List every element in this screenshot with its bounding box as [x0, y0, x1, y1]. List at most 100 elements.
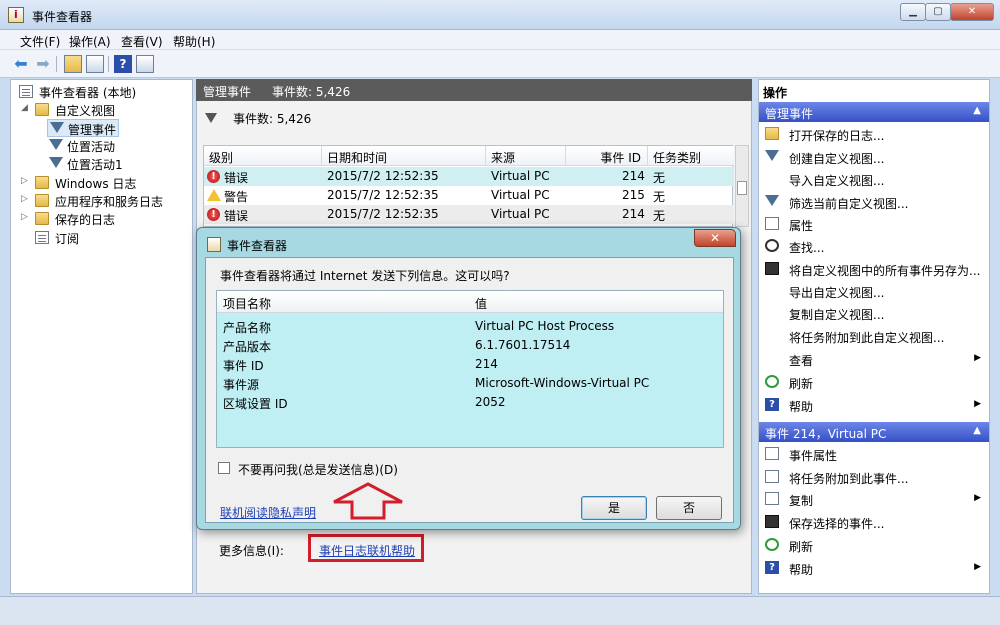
- filter-icon: [765, 195, 779, 206]
- tree-item-location-activity1[interactable]: 位置活动1: [47, 155, 187, 173]
- cell-event-id: 214: [622, 169, 645, 183]
- yes-button[interactable]: 是: [581, 496, 647, 520]
- actions-section-managed-events[interactable]: 管理事件 ▲: [759, 102, 989, 122]
- folder-icon: [35, 176, 49, 189]
- doc-icon: [765, 447, 779, 460]
- minimize-button[interactable]: ▁: [900, 3, 926, 21]
- dialog-question: 事件查看器将通过 Internet 发送下列信息。这可以吗?: [220, 269, 510, 283]
- action-properties[interactable]: 属性: [759, 213, 989, 235]
- item-value: 214: [475, 357, 498, 371]
- table-row[interactable]: ! 错误 2015/7/2 12:52:35 Virtual PC 214 无: [204, 205, 734, 224]
- action-label: 筛选当前自定义视图...: [789, 197, 909, 211]
- column-header-value[interactable]: 值: [475, 295, 487, 312]
- table-row[interactable]: 警告 2015/7/2 12:52:35 Virtual PC 215 无: [204, 186, 734, 205]
- folder-icon: [765, 127, 779, 140]
- info-list: 项目名称 值 产品名称 Virtual PC Host Process 产品版本 6…: [216, 290, 724, 448]
- menu-action[interactable]: 操作(A): [69, 33, 111, 50]
- action-label: 创建自定义视图...: [789, 152, 885, 166]
- menu-help[interactable]: 帮助(H): [173, 33, 215, 50]
- pane-event-count: 事件数: 5,426: [272, 85, 351, 99]
- column-header-event-id[interactable]: 事件 ID: [566, 146, 648, 166]
- cell-task: 无: [653, 190, 666, 204]
- action-refresh-event[interactable]: 刷新: [759, 534, 989, 556]
- cell-source: Virtual PC: [491, 169, 550, 183]
- dont-ask-again-checkbox[interactable]: [218, 462, 230, 474]
- help-icon[interactable]: ?: [114, 55, 132, 73]
- tree-item-subscriptions[interactable]: 订阅: [17, 229, 192, 247]
- up-folder-icon[interactable]: [64, 55, 82, 73]
- action-event-properties[interactable]: 事件属性: [759, 443, 989, 465]
- tree-item-label: 订阅: [55, 232, 80, 246]
- tree-item-app-service-logs[interactable]: ▷ 应用程序和服务日志: [17, 192, 192, 210]
- toolbar: ⬅ ➡ ?: [0, 50, 1000, 78]
- action-save-all-events[interactable]: 将自定义视图中的所有事件另存为...: [759, 258, 989, 280]
- action-save-selected-events[interactable]: 保存选择的事件...: [759, 511, 989, 533]
- column-header-source[interactable]: 来源: [486, 146, 566, 166]
- action-label: 帮助: [789, 400, 814, 414]
- table-row[interactable]: ! 错误 2015/7/2 12:52:35 Virtual PC 214 无: [204, 167, 734, 186]
- back-arrow-icon[interactable]: ⬅: [12, 55, 30, 73]
- expand-triangle-icon[interactable]: ▷: [21, 212, 28, 222]
- tree-item-custom-views[interactable]: ◢ 自定义视图: [17, 101, 192, 119]
- action-label: 刷新: [789, 540, 814, 554]
- tree-item-root[interactable]: 事件查看器 (本地): [17, 83, 192, 101]
- table-scrollbar[interactable]: [735, 145, 749, 227]
- dialog-title: 事件查看器: [227, 239, 288, 253]
- action-help-event[interactable]: ? 帮助 ▶: [759, 557, 989, 579]
- action-attach-task-to-event[interactable]: 将任务附加到此事件...: [759, 466, 989, 488]
- column-header-datetime[interactable]: 日期和时间: [322, 146, 486, 166]
- doc-icon: [765, 492, 779, 505]
- action-copy[interactable]: 复制 ▶: [759, 488, 989, 510]
- tree-item-windows-logs[interactable]: ▷ Windows 日志: [17, 174, 192, 192]
- action-create-custom-view[interactable]: 创建自定义视图...: [759, 146, 989, 168]
- expand-triangle-icon[interactable]: ▷: [21, 176, 28, 186]
- refresh-icon: [765, 375, 779, 388]
- action-import-custom-view[interactable]: 导入自定义视图...: [759, 168, 989, 190]
- show-hide-tree-icon[interactable]: [86, 55, 104, 73]
- action-open-saved-log[interactable]: 打开保存的日志...: [759, 123, 989, 145]
- privacy-statement-link[interactable]: 联机阅读隐私声明: [220, 504, 316, 521]
- show-action-pane-icon[interactable]: [136, 55, 154, 73]
- filter-icon: [765, 150, 779, 161]
- column-header-level[interactable]: 级别: [204, 146, 322, 166]
- action-help[interactable]: ? 帮助 ▶: [759, 394, 989, 416]
- column-header-item-name[interactable]: 项目名称: [223, 295, 271, 312]
- action-view[interactable]: 查看 ▶: [759, 348, 989, 370]
- action-attach-task-to-view[interactable]: 将任务附加到此自定义视图...: [759, 325, 989, 347]
- action-filter-current-view[interactable]: 筛选当前自定义视图...: [759, 191, 989, 213]
- no-button[interactable]: 否: [656, 496, 722, 520]
- scrollbar-thumb[interactable]: [737, 181, 747, 195]
- dialog-close-button[interactable]: ✕: [694, 229, 736, 247]
- collapse-triangle-icon[interactable]: ◢: [21, 103, 28, 113]
- action-label: 复制自定义视图...: [789, 308, 885, 322]
- menu-view[interactable]: 查看(V): [121, 33, 163, 50]
- tree-item-managed-events[interactable]: 管理事件: [47, 119, 119, 137]
- collapse-up-icon[interactable]: ▲: [973, 105, 981, 116]
- dont-ask-again-label[interactable]: 不要再问我(总是发送信息)(D): [238, 461, 398, 478]
- action-label: 将任务附加到此事件...: [789, 472, 909, 486]
- cell-source: Virtual PC: [491, 188, 550, 202]
- action-export-custom-view[interactable]: 导出自定义视图...: [759, 280, 989, 302]
- maximize-button[interactable]: ▢: [925, 3, 951, 21]
- column-header-task[interactable]: 任务类别: [648, 146, 734, 166]
- window-title: 事件查看器: [32, 10, 93, 24]
- filter-icon: [49, 157, 63, 168]
- event-log-online-help-link[interactable]: 事件日志联机帮助: [308, 534, 424, 562]
- item-name: 区域设置 ID: [223, 397, 288, 411]
- collapse-up-icon[interactable]: ▲: [973, 425, 981, 436]
- forward-arrow-icon[interactable]: ➡: [34, 55, 52, 73]
- action-refresh[interactable]: 刷新: [759, 371, 989, 393]
- cell-event-id: 215: [622, 188, 645, 202]
- menu-file[interactable]: 文件(F): [20, 33, 60, 50]
- expand-triangle-icon[interactable]: ▷: [21, 194, 28, 204]
- action-find[interactable]: 查找...: [759, 235, 989, 257]
- close-button[interactable]: ✕: [950, 3, 994, 21]
- tree-item-saved-logs[interactable]: ▷ 保存的日志: [17, 210, 192, 228]
- list-item: 事件 ID 214: [217, 355, 723, 374]
- tree-item-location-activity[interactable]: 位置活动: [47, 137, 187, 155]
- actions-title: 操作: [763, 86, 788, 100]
- actions-section-event-214[interactable]: 事件 214，Virtual PC ▲: [759, 422, 989, 442]
- dialog-body: 事件查看器将通过 Internet 发送下列信息。这可以吗? 项目名称 值 产品…: [205, 257, 734, 523]
- error-icon: !: [207, 170, 220, 183]
- action-copy-custom-view[interactable]: 复制自定义视图...: [759, 302, 989, 324]
